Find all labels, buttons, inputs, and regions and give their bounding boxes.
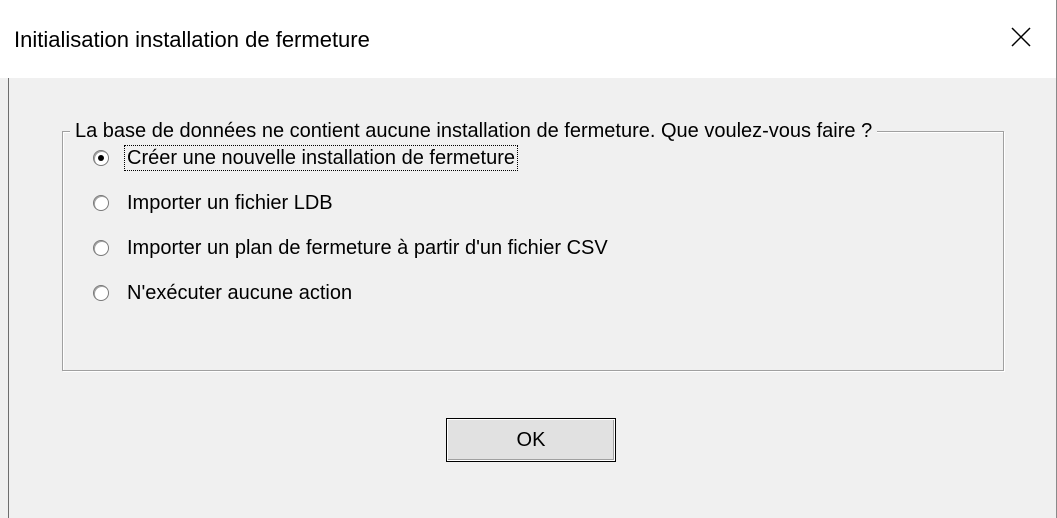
radio-option-import-csv[interactable]: Importer un plan de fermeture à partir d… (93, 234, 610, 262)
radio-option-label: Importer un fichier LDB (127, 192, 333, 214)
radio-option-no-action[interactable]: N'exécuter aucune action (93, 279, 354, 307)
group-legend: La base de données ne contient aucune in… (70, 119, 878, 143)
radio-option-label: Importer un plan de fermeture à partir d… (127, 237, 608, 259)
dialog-window: Initialisation installation de fermeture… (0, 0, 1057, 518)
close-icon (1011, 27, 1031, 47)
radio-button[interactable] (93, 195, 109, 211)
radio-button[interactable] (93, 285, 109, 301)
radio-button-checked[interactable] (93, 150, 109, 166)
close-button[interactable] (986, 14, 1056, 60)
radio-option-create-new[interactable]: Créer une nouvelle installation de ferme… (93, 144, 518, 172)
radio-option-label: N'exécuter aucune action (127, 282, 353, 304)
radio-option-label: Créer une nouvelle installation de ferme… (124, 145, 518, 171)
window-title: Initialisation installation de fermeture (14, 27, 370, 52)
dialog-client-area: La base de données ne contient aucune in… (9, 78, 1056, 518)
title-bar: Initialisation installation de fermeture (0, 0, 1056, 78)
ok-button[interactable]: OK (446, 418, 616, 462)
radio-option-import-ldb[interactable]: Importer un fichier LDB (93, 189, 335, 217)
radio-button[interactable] (93, 240, 109, 256)
